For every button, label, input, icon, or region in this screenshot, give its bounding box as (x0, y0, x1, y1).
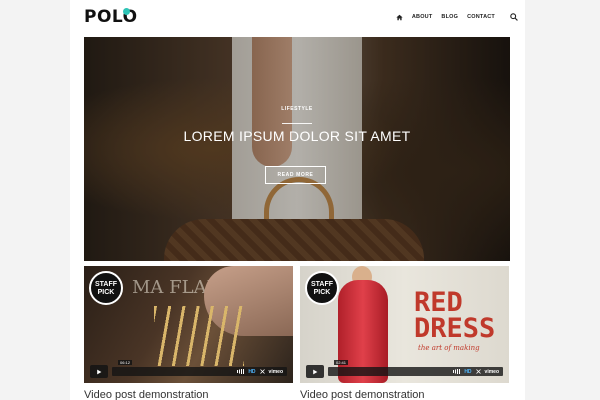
hero-title: LOREM IPSUM DOLOR SIT AMET (183, 128, 411, 144)
video-2-overlay-subtitle: the art of making (418, 344, 480, 352)
video-1-controls: 06:12 HD vimeo (90, 360, 287, 378)
video-progress-bar[interactable]: 06:12 HD vimeo (112, 360, 287, 376)
play-icon (313, 369, 318, 374)
fullscreen-icon[interactable] (259, 369, 265, 374)
read-more-button[interactable]: READ MORE (265, 166, 326, 184)
search-icon[interactable] (510, 13, 518, 21)
hero-slider: LIFESTYLE LOREM IPSUM DOLOR SIT AMET REA… (84, 37, 510, 261)
volume-icon[interactable] (237, 369, 245, 374)
video-time: 02:41 (334, 360, 349, 365)
hero-tag-divider (282, 123, 312, 124)
play-button[interactable] (306, 365, 324, 378)
vimeo-logo[interactable]: vimeo (485, 369, 499, 375)
video-2-overlay-title: RED DRESS (414, 287, 496, 344)
video-time: 06:12 (118, 360, 133, 365)
main-nav: ABOUT BLOG CONTACT (396, 12, 518, 22)
staff-pick-badge[interactable]: STAFF PICK (89, 271, 123, 305)
fullscreen-icon[interactable] (475, 369, 481, 374)
logo-accent-dot (123, 8, 130, 15)
nav-item-blog[interactable]: BLOG (441, 14, 458, 20)
nav-item-about[interactable]: ABOUT (412, 14, 433, 20)
play-icon (97, 369, 102, 374)
home-icon[interactable] (396, 14, 403, 21)
video-2-controls: 02:41 HD vimeo (306, 360, 503, 378)
hero-overlay: LIFESTYLE LOREM IPSUM DOLOR SIT AMET REA… (84, 37, 510, 261)
hero-tag[interactable]: LIFESTYLE (267, 106, 327, 112)
video-post-title-1[interactable]: Video post demonstration (84, 389, 209, 400)
video-post-title-2[interactable]: Video post demonstration (300, 389, 425, 400)
video-player-2[interactable]: RED DRESS the art of making STAFF PICK 0… (300, 266, 509, 383)
staff-pick-badge[interactable]: STAFF PICK (305, 271, 339, 305)
vimeo-logo[interactable]: vimeo (269, 369, 283, 375)
volume-icon[interactable] (453, 369, 461, 374)
hd-toggle[interactable]: HD (248, 369, 255, 375)
hd-toggle[interactable]: HD (464, 369, 471, 375)
video-1-image-strings (154, 306, 244, 366)
play-button[interactable] (90, 365, 108, 378)
video-progress-bar[interactable]: 02:41 HD vimeo (328, 360, 503, 376)
video-player-1[interactable]: MA FLAMENCA STAFF PICK 06:12 HD vimeo (84, 266, 293, 383)
nav-item-contact[interactable]: CONTACT (467, 14, 495, 20)
